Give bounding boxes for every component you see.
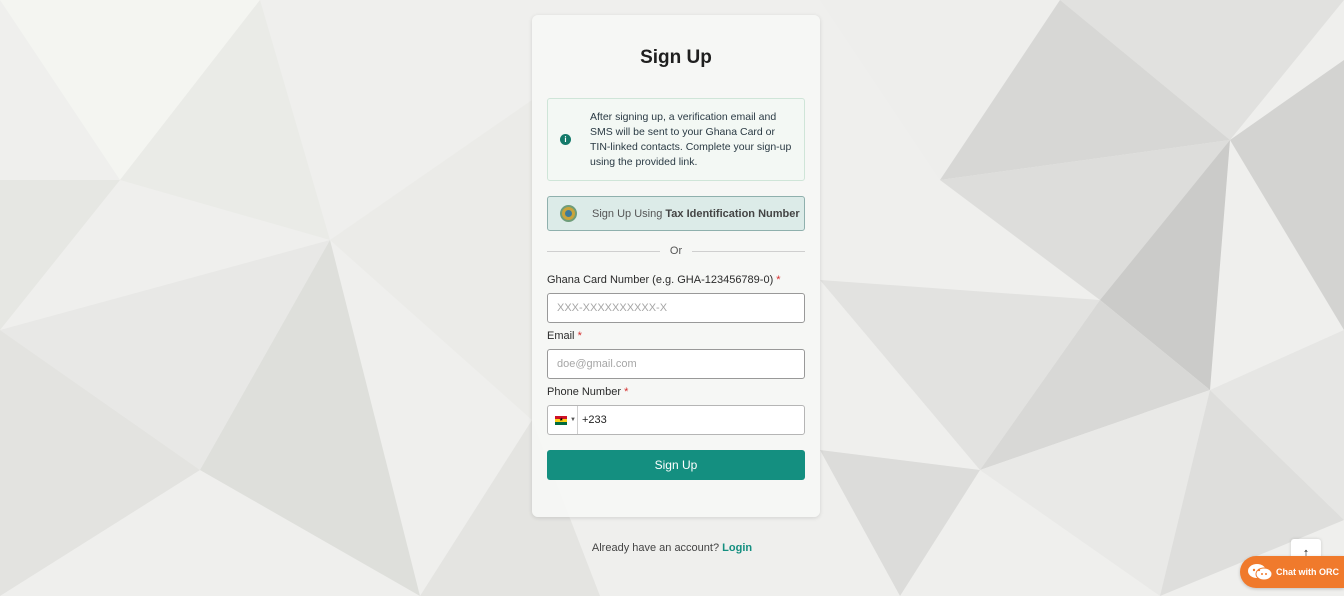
info-text: After signing up, a verification email a… [590, 110, 792, 168]
chat-bubbles-icon [1248, 564, 1273, 581]
required-mark: * [577, 330, 582, 342]
ghana-card-input[interactable] [547, 293, 805, 323]
email-input[interactable] [547, 349, 805, 379]
login-prompt: Already have an account? Login [591, 542, 753, 554]
phone-field: ★ ▼ [547, 405, 805, 435]
country-select[interactable]: ★ ▼ [548, 406, 578, 434]
chevron-down-icon: ▼ [570, 417, 576, 423]
info-alert: i After signing up, a verification email… [547, 98, 805, 181]
ghana-flag-icon: ★ [555, 415, 567, 425]
signup-tin-label: Sign Up Using Tax Identification Number [592, 207, 800, 220]
required-mark: * [624, 386, 629, 398]
required-mark: * [776, 274, 781, 286]
gra-seal-icon [560, 205, 577, 222]
login-link[interactable]: Login [722, 542, 752, 554]
divider-text: Or [669, 245, 683, 257]
chat-button[interactable]: Chat with ORC [1240, 556, 1344, 588]
signup-card: Sign Up i After signing up, a verificati… [532, 15, 820, 517]
ghana-card-label: Ghana Card Number (e.g. GHA-123456789-0)… [547, 274, 781, 286]
signup-tin-button[interactable]: Sign Up Using Tax Identification Number [547, 196, 805, 231]
email-label: Email * [547, 330, 582, 342]
signup-button[interactable]: Sign Up [547, 450, 805, 480]
phone-label: Phone Number * [547, 386, 629, 398]
info-icon: i [560, 134, 571, 145]
phone-input[interactable] [578, 406, 804, 434]
chat-label: Chat with ORC [1276, 567, 1339, 577]
or-divider: Or [547, 244, 806, 258]
page-title: Sign Up [640, 47, 712, 68]
